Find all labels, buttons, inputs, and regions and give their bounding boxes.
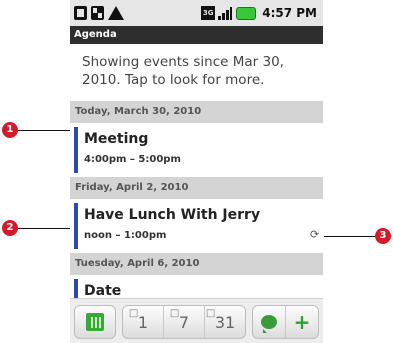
date-header: Friday, April 2, 2010 [70,177,323,199]
date-header: Tuesday, April 6, 2010 [70,253,323,275]
speech-bubble-icon [261,315,277,333]
app-title-bar: Agenda [70,26,323,44]
status-bar: 3G 4:57 PM [70,0,323,26]
agenda-view-btn-inner [75,306,115,338]
week-view-button[interactable]: □ 7 [163,306,204,338]
phone-screen: 3G 4:57 PM Agenda Showing events since M… [70,0,323,343]
event-title: Date [84,283,122,299]
month-view-button[interactable]: □ 31 [204,306,245,338]
day-view-label: □ 1 [128,307,149,332]
calendar-grid-icon [86,313,104,331]
action-group: + [252,305,319,339]
day-view-button[interactable]: □ 1 [123,306,163,338]
signal-icon [218,6,233,20]
calendar-color-bar [74,203,78,249]
month-view-number: 31 [214,312,236,332]
repeat-icon: ⟳ [310,228,320,241]
event-time: noon – 1:00pm [84,230,167,241]
event-title: Meeting [84,131,149,147]
sd-card-icon [74,6,87,20]
warning-icon [108,6,124,20]
bottom-toolbar: □ 1 □ 7 □ 31 + [70,298,323,343]
battery-icon [236,6,257,20]
sd-card-mounted-icon [91,6,104,20]
month-view-label: □ 31 [205,307,236,332]
event-time: 4:00pm – 5:00pm [84,154,181,165]
event-item-meeting[interactable]: Meeting 4:00pm – 5:00pm [70,123,323,177]
clock: 4:57 PM [262,6,317,20]
week-view-label: □ 7 [169,307,190,332]
plus-icon: + [293,310,311,334]
event-title: Have Lunch With Jerry [84,207,261,223]
callout-line-3 [324,236,375,237]
day-view-number: 1 [137,312,149,332]
3g-icon: 3G [201,6,216,20]
callout-number-2: 2 [2,220,18,236]
callout-number-1: 1 [2,122,18,138]
agenda-view-button[interactable] [74,305,116,339]
event-item-lunch[interactable]: Have Lunch With Jerry noon – 1:00pm ⟳ [70,199,323,253]
load-more-notice[interactable]: Showing events since Mar 30, 2010. Tap t… [70,44,323,100]
date-header: Today, March 30, 2010 [70,101,323,123]
calendar-color-bar [74,127,78,173]
callout-number-3: 3 [375,228,391,244]
new-event-button[interactable]: + [285,306,318,338]
week-view-number: 7 [178,312,190,332]
chat-button[interactable] [253,306,285,338]
status-right: 3G 4:57 PM [201,6,317,20]
view-switcher: □ 1 □ 7 □ 31 [122,305,246,339]
